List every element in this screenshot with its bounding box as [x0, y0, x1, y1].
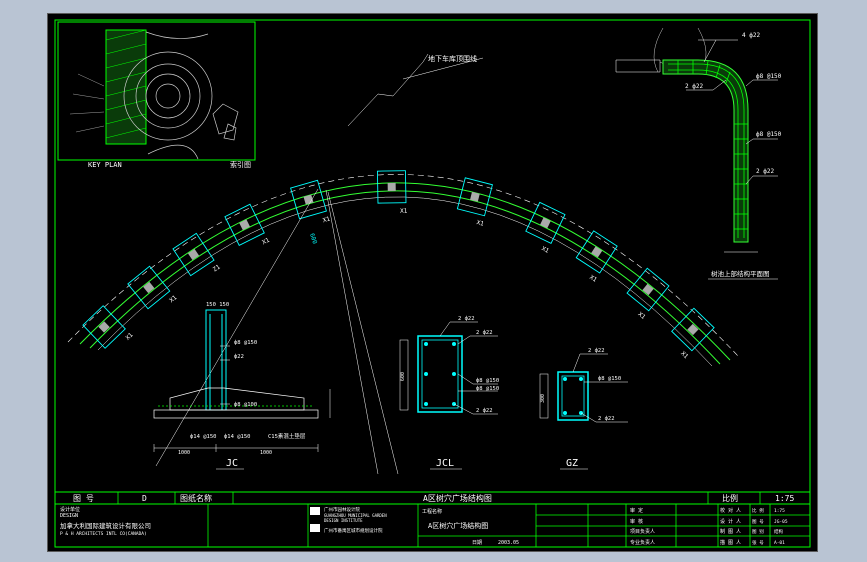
tree-pit-label: X1: [261, 237, 271, 247]
jc-label-6: ф14 @150: [224, 434, 251, 440]
title-block: 图 号 D 图纸名称 A区树穴广场结构图 比例 1:75 设计单位 DESIGN…: [54, 491, 811, 548]
corner-label-3: 2 ф22: [685, 83, 703, 90]
date-value: 2003.05: [498, 540, 519, 546]
drawing-name-label: 图纸名称: [180, 493, 212, 503]
tree-pit-box: X1: [626, 267, 670, 321]
company-logo: [310, 507, 320, 515]
gz-label-2: ф8 @150: [598, 376, 621, 382]
jcl-label-5: 2 ф22: [476, 408, 493, 414]
jc-label-2: ф8 @150: [234, 340, 257, 346]
jc-title: JC: [226, 458, 238, 469]
corner-label-2: ф8 @150: [756, 73, 782, 80]
right-row-3: 制 图 人: [720, 528, 741, 535]
date-label: 日期: [472, 540, 482, 546]
gz-section: 300 2 ф22 ф8 @150 2 ф22 GZ: [539, 348, 628, 470]
drawing: KEY PLAN 索引图 X1 X1 Z1 X1 X1 X1 X1 X1 X1 X1 X1 地下车库…: [54, 19, 811, 548]
gz-dim: 300: [540, 394, 546, 403]
gz-label-3: 2 ф22: [598, 416, 615, 422]
key-plan: KEY PLAN 索引图: [57, 21, 256, 169]
corner-title: 树池上部结构平面图: [711, 269, 770, 278]
far-row-3-value: 结构: [774, 528, 783, 535]
jc-dim-2: 1000: [260, 450, 272, 456]
far-row-4-label: 张 号: [752, 539, 764, 546]
tree-pit-box: Z1: [172, 232, 222, 277]
sub-title: A区树穴广场结构图: [428, 521, 488, 530]
scale-value: 1:75: [775, 494, 794, 503]
corner-label-4: ф8 @150: [756, 131, 782, 138]
company-line-1: 广州市园林设计院: [324, 506, 360, 513]
jcl-label-1: 2 ф22: [458, 316, 475, 322]
tree-pit-label: X1: [679, 350, 689, 360]
tree-pit-label: X1: [322, 215, 331, 224]
jcl-dim: 600: [400, 372, 406, 381]
far-row-1-label: 比 例: [752, 507, 764, 514]
corner-label-5: 2 ф22: [756, 168, 774, 175]
left-line-2: DESIGN: [60, 513, 78, 519]
tree-pit-label: X1: [476, 219, 485, 228]
tree-pit-box: X1: [376, 170, 408, 215]
tree-pit-box: X1: [575, 230, 618, 284]
tree-pit-label: X1: [168, 294, 178, 304]
tree-pit-label: X1: [400, 208, 408, 215]
drawing-frame: [54, 19, 811, 548]
company-line-3: DESIGN INSTITUTE: [324, 518, 363, 523]
gz-label-1: 2 ф22: [588, 348, 605, 354]
tree-pit-label: Z1: [212, 263, 222, 273]
key-plan-label-cn: 索引图: [230, 160, 251, 169]
arc-leader-label: 地下车库顶围线: [428, 54, 477, 63]
jc-label-3: ф22: [234, 354, 244, 360]
scale-label: 比例: [722, 493, 738, 503]
project-label: 工程名称: [422, 508, 442, 515]
tree-pit-label: X1: [124, 331, 134, 341]
jc-label-1: 150 150: [206, 302, 229, 308]
tree-pit-box: X1: [127, 265, 179, 310]
gz-title: GZ: [566, 458, 578, 469]
company-line-4: 广州市番禺区城市规划设计院: [324, 527, 383, 534]
jc-label-5: ф14 @150: [190, 434, 217, 440]
tree-pit-box: X1: [290, 179, 331, 224]
corner-label-1: 4 ф22: [742, 32, 760, 39]
far-row-3-label: 图 别: [752, 528, 764, 535]
jc-label-7: C15素混土垫层: [268, 432, 306, 440]
mid-row-4: 专业负责人: [630, 539, 655, 546]
left-line-4: P & H ARCHITECTS INTL CO(CANADA): [60, 531, 147, 537]
tree-pit-label: X1: [588, 274, 598, 284]
tree-pit-label: X1: [540, 245, 550, 255]
left-line-3: 加拿大利国际建筑设计有限公司: [60, 521, 151, 530]
drawing-no-label: 图 号: [73, 494, 94, 503]
right-row-2: 设 计 人: [720, 518, 741, 525]
cad-canvas[interactable]: KEY PLAN 索引图 X1 X1 Z1 X1 X1 X1 X1 X1 X1 X1 X1 地下车库…: [47, 13, 818, 552]
mid-row-1: 审 定: [630, 507, 643, 514]
right-row-4: 描 图 人: [720, 539, 741, 546]
far-row-2-value: JG-05: [774, 519, 788, 525]
jc-dim-1: 1000: [178, 450, 190, 456]
arc-dim-label: 600: [308, 232, 318, 245]
far-row-2-label: 图 号: [752, 519, 764, 525]
corner-detail: 4 ф22 ф8 @150 2 ф22 ф8 @150 2 ф22 树池上部结构…: [615, 27, 782, 280]
jc-label-4: ф8 @100: [234, 402, 257, 408]
tree-pit-label: X1: [637, 311, 647, 321]
jcl-label-4: ф8 @150: [476, 386, 499, 392]
jcl-label-2: 2 ф22: [476, 330, 493, 336]
key-plan-label: KEY PLAN: [88, 161, 122, 169]
left-line-1: 设计单位: [60, 506, 80, 513]
mid-row-2: 审 核: [630, 518, 643, 525]
jcl-label-3: ф8 @150: [476, 378, 499, 384]
far-row-1-value: 1:75: [774, 508, 785, 514]
jcl-section: 600 2 ф22 2 ф22 ф8 @150 ф8 @150 2 ф22 JC…: [399, 316, 499, 470]
tree-pit-arc: X1 X1 Z1 X1 X1 X1 X1 X1 X1 X1 X1 地下车库顶围线 600: [67, 53, 739, 475]
drawing-name-value: A区树穴广场结构图: [423, 493, 492, 503]
far-row-4-value: A-01: [774, 540, 785, 546]
tree-pit-box: X1: [456, 177, 493, 228]
jc-section: 150 150 ф8 @150 ф22 ф8 @100 ф14 @150 ф14…: [153, 302, 331, 470]
drawing-no-value: D: [142, 494, 147, 503]
mid-row-3: 项目负责人: [630, 528, 655, 535]
right-row-1: 校 对 人: [720, 507, 741, 514]
jcl-title: JCL: [436, 458, 454, 469]
